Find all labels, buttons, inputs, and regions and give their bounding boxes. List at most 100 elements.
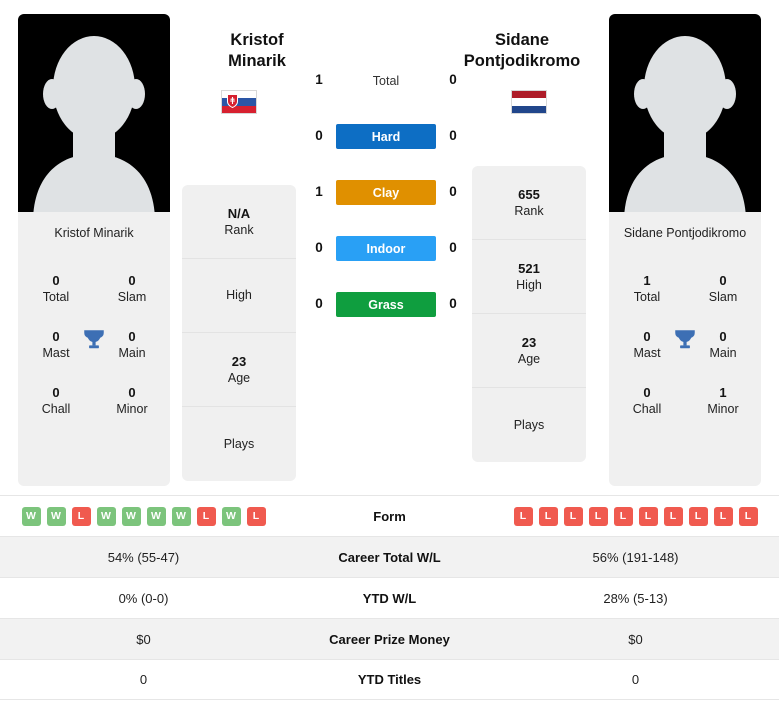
- stat-main-value-left: 0: [128, 329, 136, 344]
- stat-minor-label-left: Minor: [116, 402, 148, 416]
- stat-mast-label-right: Mast: [633, 346, 661, 360]
- surface-clay-left-score: 1: [315, 184, 323, 199]
- form-badge-loss[interactable]: L: [513, 506, 533, 526]
- surface-clay-badge[interactable]: Clay: [336, 180, 436, 205]
- info-cell-rank-left: N/A Rank: [182, 185, 296, 259]
- stat-slam-left: 0 Slam: [108, 273, 156, 305]
- form-badge-win[interactable]: W: [146, 506, 166, 526]
- form-badge-loss[interactable]: L: [613, 506, 633, 526]
- stat-minor-right: 1 Minor: [699, 385, 747, 417]
- form-badge-loss[interactable]: L: [196, 506, 216, 526]
- stat-slam-label-left: Slam: [117, 290, 147, 304]
- stat-minor-value-left: 0: [128, 385, 136, 400]
- form-badge-loss[interactable]: L: [588, 506, 608, 526]
- table-row: 0 YTD Titles 0: [0, 659, 779, 700]
- form-badge-loss[interactable]: L: [688, 506, 708, 526]
- table-row: 0% (0-0) YTD W/L 28% (5-13): [0, 577, 779, 618]
- stat-total-label-right: Total: [633, 290, 661, 304]
- info-rank-label-left: Rank: [224, 222, 254, 237]
- surface-hard-badge[interactable]: Hard: [336, 124, 436, 149]
- info-cell-high-left: High: [182, 259, 296, 333]
- career-prize-money-right: $0: [628, 631, 643, 647]
- info-rank-value-right: 655: [518, 186, 540, 202]
- info-high-label-right: High: [516, 277, 542, 292]
- info-cell-age-left: 23 Age: [182, 333, 296, 407]
- info-age-value-right: 23: [521, 334, 537, 350]
- player-photo-caption-right: Sidane Pontjodikromo: [623, 226, 747, 240]
- info-card-right: 655 Rank 521 High 23 Age Plays: [472, 166, 586, 462]
- info-rank-value-left: N/A: [227, 205, 251, 221]
- netherlands-flag-icon: [511, 90, 547, 114]
- surface-row-indoor: 0 Indoor 0: [300, 228, 472, 284]
- career-prize-money-left: $0: [136, 631, 151, 647]
- stat-total-right: 1 Total: [623, 273, 671, 305]
- form-badge-win[interactable]: W: [21, 506, 41, 526]
- person-silhouette-icon: [33, 36, 155, 212]
- form-badge-loss[interactable]: L: [538, 506, 558, 526]
- form-badge-win[interactable]: W: [171, 506, 191, 526]
- info-cell-rank-right: 655 Rank: [472, 166, 586, 240]
- form-badge-loss[interactable]: L: [638, 506, 658, 526]
- stat-chall-label-right: Chall: [632, 402, 662, 416]
- form-badge-loss[interactable]: L: [71, 506, 91, 526]
- trophy-row-chall-minor-right: 0 Chall 1 Minor: [611, 373, 759, 429]
- career-total-wl-right: 56% (191-148): [592, 549, 679, 565]
- surface-total-left-score: 1: [315, 72, 323, 87]
- form-badge-win[interactable]: W: [96, 506, 116, 526]
- info-age-label-right: Age: [517, 351, 541, 366]
- player-card-left[interactable]: Kristof Minarik 0 Total 0 Slam 0 Mast 0 …: [18, 14, 170, 486]
- info-cell-high-right: 521 High: [472, 240, 586, 314]
- trophy-icon: [675, 330, 695, 349]
- form-strip-left: WWLWWWWLWL: [0, 506, 287, 526]
- player-first-name-left: Kristof: [230, 31, 284, 49]
- stat-slam-label-right: Slam: [708, 290, 738, 304]
- form-badge-loss[interactable]: L: [713, 506, 733, 526]
- stat-minor-left: 0 Minor: [108, 385, 156, 417]
- stat-chall-right: 0 Chall: [623, 385, 671, 417]
- head-to-head-section: Kristof Minarik 0 Total 0 Slam 0 Mast 0 …: [0, 0, 779, 495]
- form-badge-win[interactable]: W: [46, 506, 66, 526]
- surface-grass-left-score: 0: [315, 296, 323, 311]
- form-badge-win[interactable]: W: [121, 506, 141, 526]
- stat-main-value-right: 0: [719, 329, 727, 344]
- trophy-icon-wrap-right: [672, 327, 698, 353]
- table-row-form: WWLWWWWLWL Form LLLLLLLLLL: [0, 495, 779, 536]
- form-badge-loss[interactable]: L: [246, 506, 266, 526]
- ytd-wl-left: 0% (0-0): [118, 590, 169, 606]
- form-badge-loss[interactable]: L: [738, 506, 758, 526]
- surface-indoor-badge[interactable]: Indoor: [336, 236, 436, 261]
- stat-main-label-right: Main: [709, 346, 737, 360]
- stat-mast-value-left: 0: [52, 329, 60, 344]
- stat-slam-value-right: 0: [719, 273, 727, 288]
- slovakia-flag-icon: [221, 90, 257, 114]
- ytd-wl-right: 28% (5-13): [603, 590, 668, 606]
- ytd-titles-label: YTD Titles: [357, 672, 422, 687]
- stat-mast-value-right: 0: [643, 329, 651, 344]
- stat-slam-value-left: 0: [128, 273, 136, 288]
- form-badge-win[interactable]: W: [221, 506, 241, 526]
- info-cell-plays-left: Plays: [182, 407, 296, 481]
- form-row-label: Form: [373, 508, 406, 524]
- stat-total-left: 0 Total: [32, 273, 80, 305]
- trophy-grid-left: 0 Total 0 Slam 0 Mast 0 Main 0 Chall 0 M…: [18, 251, 170, 486]
- form-badge-loss[interactable]: L: [563, 506, 583, 526]
- stat-minor-label-right: Minor: [707, 402, 739, 416]
- info-plays-label-left: Plays: [223, 436, 255, 451]
- surface-indoor-left-score: 0: [315, 240, 323, 255]
- comparison-table: WWLWWWWLWL Form LLLLLLLLLL 54% (55-47) C…: [0, 495, 779, 700]
- surface-hard-right-score: 0: [449, 128, 457, 143]
- stat-chall-label-left: Chall: [41, 402, 71, 416]
- player-card-right[interactable]: Sidane Pontjodikromo 1 Total 0 Slam 0 Ma…: [609, 14, 761, 486]
- stat-minor-value-right: 1: [719, 385, 727, 400]
- career-total-wl-label: Career Total W/L: [338, 549, 441, 565]
- ytd-wl-label: YTD W/L: [362, 590, 417, 606]
- ytd-titles-left: 0: [139, 672, 148, 687]
- surface-grass-badge[interactable]: Grass: [336, 292, 436, 317]
- info-age-value-left: 23: [231, 353, 247, 369]
- slovakia-shield-icon: [227, 94, 238, 108]
- surface-row-clay: 1 Clay 0: [300, 172, 472, 228]
- stat-main-right: 0 Main: [699, 329, 747, 361]
- form-badge-loss[interactable]: L: [663, 506, 683, 526]
- player-photo-left: [18, 14, 170, 212]
- surface-row-total: 1 Total 0: [300, 60, 472, 116]
